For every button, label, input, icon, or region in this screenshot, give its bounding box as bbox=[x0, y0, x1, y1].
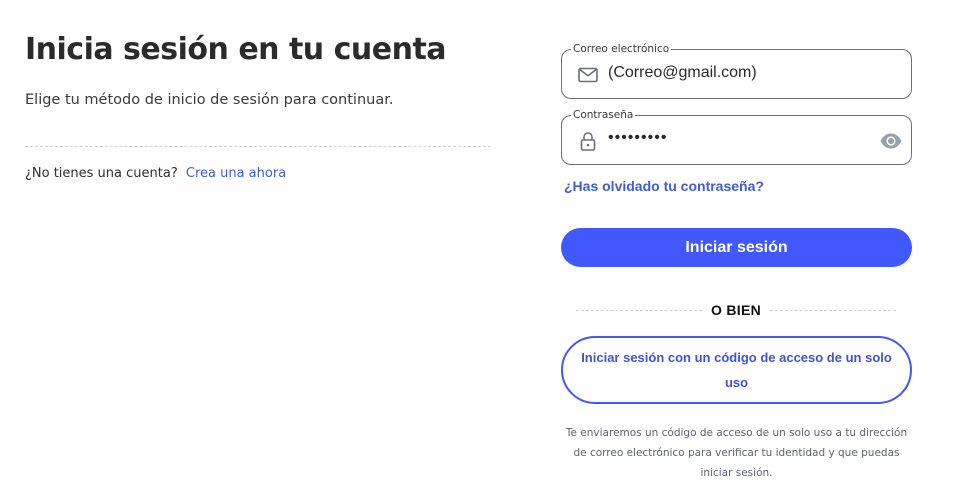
signup-question: ¿No tienes una cuenta? bbox=[25, 166, 178, 181]
separator-label: O BIEN bbox=[710, 302, 762, 318]
mail-icon bbox=[577, 64, 599, 86]
email-input[interactable]: (Correo@gmail.com) bbox=[608, 64, 757, 82]
create-account-link[interactable]: Crea una ahora bbox=[186, 166, 286, 181]
password-field[interactable]: Contraseña ••••••••• bbox=[561, 108, 912, 165]
otp-login-button[interactable]: Iniciar sesión con un código de acceso d… bbox=[561, 336, 912, 404]
otp-note: Te enviaremos un código de acceso de un … bbox=[565, 427, 908, 479]
password-input[interactable]: ••••••••• bbox=[608, 129, 667, 147]
forgot-password-link[interactable]: ¿Has olvidado tu contraseña? bbox=[564, 178, 764, 194]
signup-prompt: ¿No tienes una cuenta? Crea una ahora bbox=[25, 166, 286, 181]
eye-icon[interactable] bbox=[879, 130, 903, 152]
otp-login-button-label: Iniciar sesión con un código de acceso d… bbox=[581, 350, 892, 390]
email-field-label: Correo electrónico bbox=[571, 42, 672, 56]
page-title: Inicia sesión en tu cuenta bbox=[25, 32, 447, 67]
separator-line-right bbox=[770, 310, 896, 311]
email-field[interactable]: Correo electrónico (Correo@gmail.com) bbox=[561, 42, 912, 99]
lock-icon bbox=[577, 130, 599, 152]
password-field-label: Contraseña bbox=[571, 108, 636, 122]
login-button[interactable]: Iniciar sesión bbox=[561, 228, 912, 267]
page-subtitle: Elige tu método de inicio de sesión para… bbox=[25, 92, 394, 108]
divider bbox=[25, 146, 491, 147]
separator-line-left bbox=[576, 310, 702, 311]
